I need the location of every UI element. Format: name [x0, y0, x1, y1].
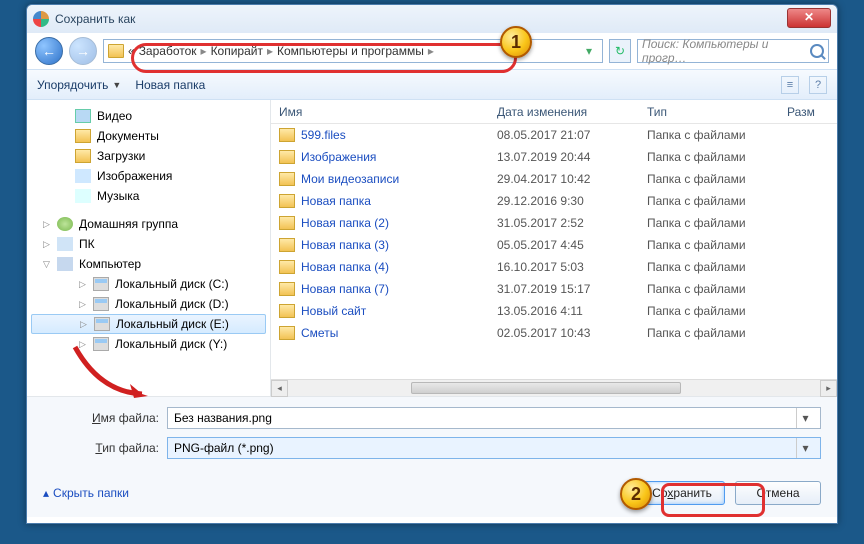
chevron-up-icon: ▴	[43, 486, 49, 500]
table-row[interactable]: Мои видеозаписи29.04.2017 10:42Папка с ф…	[271, 168, 837, 190]
scroll-right-button[interactable]: ▸	[820, 380, 837, 397]
folder-icon	[279, 326, 295, 340]
dialog-footer: ▴Скрыть папки Сохранить Отмена	[27, 473, 837, 517]
chevron-down-icon: ▽	[43, 259, 50, 270]
table-row[interactable]: Сметы02.05.2017 10:43Папка с файлами	[271, 322, 837, 344]
save-dialog: Сохранить как ✕ ← → « Заработок ▸ Копира…	[26, 4, 838, 524]
chevron-down-icon[interactable]: ▾	[796, 408, 814, 428]
table-row[interactable]: Изображения13.07.2019 20:44Папка с файла…	[271, 146, 837, 168]
file-name: Мои видеозаписи	[301, 172, 497, 186]
file-name: Новая папка (7)	[301, 282, 497, 296]
crumb-3[interactable]: Компьютеры и программы	[277, 44, 424, 58]
callout-2: 2	[620, 478, 652, 510]
file-name: Новая папка (4)	[301, 260, 497, 274]
chevron-right-icon: ▷	[80, 319, 87, 330]
address-dropdown[interactable]: ▾	[580, 44, 598, 58]
folder-icon	[279, 238, 295, 252]
file-name: Новая папка	[301, 194, 497, 208]
file-name: Новый сайт	[301, 304, 497, 318]
tree-images[interactable]: Изображения	[27, 166, 270, 186]
titlebar[interactable]: Сохранить как ✕	[27, 5, 837, 33]
callout-1: 1	[500, 26, 532, 58]
crumb-2[interactable]: Копирайт	[211, 44, 263, 58]
table-row[interactable]: Новая папка (7)31.07.2019 15:17Папка с ф…	[271, 278, 837, 300]
tree-homegroup[interactable]: ▷Домашняя группа	[27, 214, 270, 234]
tree-downloads[interactable]: Загрузки	[27, 146, 270, 166]
chevron-right-icon: ▷	[43, 219, 50, 230]
table-row[interactable]: Новая папка (3)05.05.2017 4:45Папка с фа…	[271, 234, 837, 256]
chevron-right-icon: ▷	[79, 279, 86, 290]
toolbar: Упорядочить▼ Новая папка ≡ ?	[27, 69, 837, 100]
filename-label: Имя файла:	[43, 411, 167, 425]
search-icon	[810, 44, 824, 58]
horizontal-scrollbar[interactable]: ◂ ▸	[271, 379, 837, 396]
tree-music[interactable]: Музыка	[27, 186, 270, 206]
chevron-right-icon: ▸	[428, 44, 434, 58]
filetype-select[interactable]: PNG-файл (*.png)▾	[167, 437, 821, 459]
nav-area: ← → « Заработок ▸ Копирайт ▸ Компьютеры …	[27, 33, 837, 69]
col-name[interactable]: Имя	[279, 105, 497, 119]
search-placeholder: Поиск: Компьютеры и прогр…	[642, 37, 810, 65]
tree-video[interactable]: Видео	[27, 106, 270, 126]
col-size[interactable]: Разм	[787, 105, 837, 119]
scroll-left-button[interactable]: ◂	[271, 380, 288, 397]
chevron-right-icon: ▷	[79, 339, 86, 350]
folder-icon	[279, 128, 295, 142]
column-headers[interactable]: Имя Дата изменения Тип Разм	[271, 100, 837, 124]
folder-icon	[279, 260, 295, 274]
filename-input[interactable]: Без названия.png▾	[167, 407, 821, 429]
folder-icon	[279, 282, 295, 296]
col-date[interactable]: Дата изменения	[497, 105, 647, 119]
file-list: Имя Дата изменения Тип Разм 599.files08.…	[271, 100, 837, 396]
file-name: Новая папка (2)	[301, 216, 497, 230]
save-form: Имя файла: Без названия.png▾ Тип файла: …	[27, 396, 837, 473]
scroll-thumb[interactable]	[411, 382, 681, 394]
tree-drive-e[interactable]: ▷Локальный диск (E:)	[31, 314, 266, 334]
tree-documents[interactable]: Документы	[27, 126, 270, 146]
folder-icon	[279, 172, 295, 186]
table-row[interactable]: Новая папка29.12.2016 9:30Папка с файлам…	[271, 190, 837, 212]
folder-icon	[279, 194, 295, 208]
tree-pc[interactable]: ▷ПК	[27, 234, 270, 254]
search-input[interactable]: Поиск: Компьютеры и прогр…	[637, 39, 829, 63]
tree-drive-d[interactable]: ▷Локальный диск (D:)	[27, 294, 270, 314]
close-button[interactable]: ✕	[787, 8, 831, 28]
filetype-label: Тип файла:	[43, 441, 167, 455]
chevron-right-icon: ▷	[79, 299, 86, 310]
folder-icon	[279, 150, 295, 164]
chevron-right-icon: ▷	[43, 239, 50, 250]
help-button[interactable]: ?	[809, 76, 827, 94]
col-type[interactable]: Тип	[647, 105, 787, 119]
chrome-icon	[33, 11, 49, 27]
crumb-1[interactable]: Заработок	[139, 44, 197, 58]
file-name: 599.files	[301, 128, 497, 142]
chevron-right-icon: ▸	[267, 44, 273, 58]
tree-drive-c[interactable]: ▷Локальный диск (C:)	[27, 274, 270, 294]
table-row[interactable]: Новая папка (2)31.05.2017 2:52Папка с фа…	[271, 212, 837, 234]
tree-drive-y[interactable]: ▷Локальный диск (Y:)	[27, 334, 270, 354]
cancel-button[interactable]: Отмена	[735, 481, 821, 505]
file-name: Изображения	[301, 150, 497, 164]
view-options-button[interactable]: ≡	[781, 76, 799, 94]
window-title: Сохранить как	[55, 12, 135, 26]
organize-button[interactable]: Упорядочить▼	[37, 78, 121, 92]
chevron-down-icon[interactable]: ▾	[796, 438, 814, 458]
forward-button[interactable]: →	[69, 37, 97, 65]
tree-computer[interactable]: ▽Компьютер	[27, 254, 270, 274]
table-row[interactable]: 599.files08.05.2017 21:07Папка с файлами	[271, 124, 837, 146]
new-folder-button[interactable]: Новая папка	[135, 78, 205, 92]
folder-tree[interactable]: Видео Документы Загрузки Изображения Муз…	[27, 100, 271, 396]
chevron-down-icon: ▼	[112, 80, 121, 90]
back-button[interactable]: ←	[35, 37, 63, 65]
folder-icon	[279, 216, 295, 230]
folder-icon	[279, 304, 295, 318]
file-name: Сметы	[301, 326, 497, 340]
refresh-button[interactable]: ↻	[609, 39, 631, 63]
chevron-right-icon: ▸	[201, 44, 207, 58]
folder-icon	[108, 44, 124, 58]
table-row[interactable]: Новая папка (4)16.10.2017 5:03Папка с фа…	[271, 256, 837, 278]
file-name: Новая папка (3)	[301, 238, 497, 252]
table-row[interactable]: Новый сайт13.05.2016 4:11Папка с файлами	[271, 300, 837, 322]
hide-folders-link[interactable]: ▴Скрыть папки	[43, 486, 129, 500]
